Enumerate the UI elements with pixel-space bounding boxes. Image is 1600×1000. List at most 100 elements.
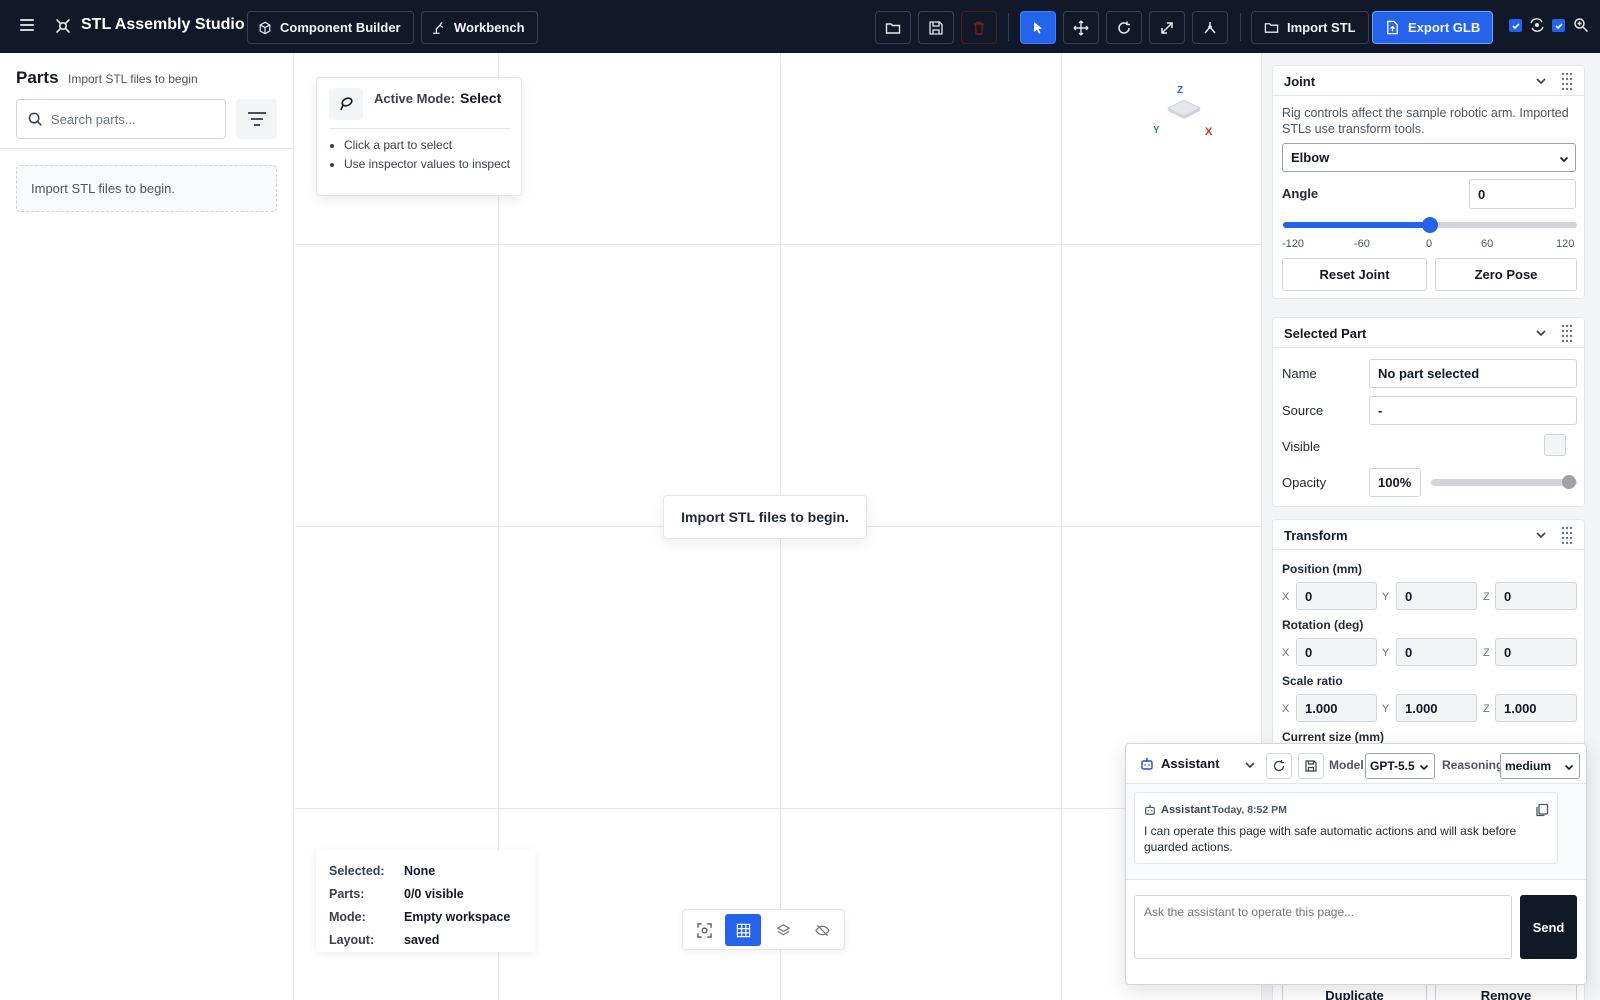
position-x-input[interactable]: 0: [1296, 582, 1377, 610]
robot-icon: [1141, 757, 1153, 770]
assistant-message: Assistant Today, 8:52 PM I can operate t…: [1134, 792, 1558, 864]
chevron-down-icon[interactable]: [1535, 327, 1547, 339]
3d-viewport[interactable]: Active Mode: Select Click a part to sele…: [295, 53, 1261, 1000]
component-builder-button[interactable]: Component Builder: [247, 11, 414, 44]
angle-slider-fill: [1283, 222, 1430, 228]
save-button[interactable]: [918, 11, 954, 44]
opacity-label: Opacity: [1282, 475, 1327, 490]
axis-label: Y: [1382, 591, 1390, 603]
move-tool-button[interactable]: [1063, 11, 1099, 44]
angle-tick: 60: [1481, 238, 1494, 250]
open-folder-button[interactable]: [875, 11, 911, 44]
rotate-tool-button[interactable]: [1106, 11, 1142, 44]
opacity-slider-thumb[interactable]: [1562, 475, 1576, 489]
joint-card-header[interactable]: Joint: [1273, 66, 1584, 96]
status-value: 0/0 visible: [404, 887, 464, 901]
export-glb-button[interactable]: Export GLB: [1372, 11, 1494, 44]
angle-slider-track[interactable]: [1283, 217, 1577, 233]
refresh-icon: [1273, 760, 1285, 772]
axis-label: Y: [1382, 647, 1390, 659]
grid-toggle-checkbox[interactable]: [1509, 19, 1522, 32]
reset-joint-button[interactable]: Reset Joint: [1282, 258, 1427, 291]
orbit-icon[interactable]: [1529, 17, 1545, 33]
top-bar: STL Assembly Studio Component Builder Wo…: [0, 0, 1600, 53]
transform-header[interactable]: Transform: [1273, 520, 1584, 550]
filter-button[interactable]: [236, 99, 277, 139]
opacity-slider-fill: [1432, 480, 1576, 485]
status-key: Selected:: [329, 864, 385, 878]
workbench-button[interactable]: Workbench: [421, 11, 538, 44]
mode-divider: [329, 128, 511, 129]
joint-tool-button[interactable]: [1192, 11, 1228, 44]
part-source-field[interactable]: -: [1369, 396, 1577, 425]
select-tool-button[interactable]: [1020, 11, 1056, 44]
component-builder-label: Component Builder: [280, 20, 401, 35]
angle-slider-thumb[interactable]: [1422, 217, 1438, 233]
hide-button[interactable]: [804, 914, 840, 946]
model-select[interactable]: GPT-5.5: [1365, 753, 1435, 779]
rotation-x-input[interactable]: 0: [1296, 638, 1377, 666]
opacity-input[interactable]: 100%: [1369, 468, 1421, 497]
name-label: Name: [1282, 366, 1317, 381]
rotation-z-input[interactable]: 0: [1495, 638, 1577, 666]
view-toolbar: [682, 909, 845, 950]
drag-handle-icon[interactable]: [1560, 322, 1574, 344]
search-input[interactable]: [51, 111, 211, 127]
drag-handle-icon[interactable]: [1560, 70, 1574, 92]
scale-tool-button[interactable]: [1149, 11, 1185, 44]
reasoning-select-value: medium: [1505, 759, 1552, 773]
reset-chat-button[interactable]: [1266, 753, 1292, 779]
axis-gizmo[interactable]: Z Y X: [1150, 81, 1220, 141]
part-name-field[interactable]: No part selected: [1369, 359, 1577, 388]
search-box[interactable]: [16, 99, 226, 139]
scale-y-input[interactable]: 1.000: [1396, 694, 1477, 722]
axis-label: X: [1282, 591, 1290, 603]
reasoning-select[interactable]: medium: [1500, 753, 1580, 779]
chevron-down-icon: [1419, 764, 1429, 771]
zero-pose-button[interactable]: Zero Pose: [1435, 258, 1577, 291]
opacity-slider-track[interactable]: [1431, 475, 1577, 489]
joint-select[interactable]: Elbow: [1282, 143, 1576, 172]
focus-icon: [696, 922, 712, 938]
selected-part-header[interactable]: Selected Part: [1273, 318, 1584, 348]
angle-label: Angle: [1282, 186, 1319, 201]
chevron-down-icon[interactable]: [1244, 759, 1256, 771]
import-stl-button[interactable]: Import STL: [1251, 11, 1369, 44]
zoom-icon[interactable]: [1573, 17, 1589, 33]
focus-view-button[interactable]: [686, 914, 722, 946]
message-text: I can operate this page with safe automa…: [1144, 824, 1517, 854]
menu-icon[interactable]: [20, 19, 34, 31]
lasso-icon: [340, 97, 353, 111]
check-icon: [1511, 22, 1520, 29]
cursor-icon: [1034, 21, 1042, 34]
sidebar-divider: [0, 148, 294, 149]
folder-icon: [885, 22, 901, 34]
send-button[interactable]: Send: [1520, 895, 1577, 959]
chevron-down-icon[interactable]: [1535, 75, 1547, 87]
scale-z-input[interactable]: 1.000: [1495, 694, 1577, 722]
drag-handle-icon[interactable]: [1560, 524, 1574, 546]
angle-input[interactable]: 0: [1469, 179, 1576, 209]
mode-hint: Click a part to select: [344, 137, 514, 154]
grid-view-button[interactable]: [725, 914, 761, 946]
joint-card: Joint Rig controls affect the sample rob…: [1272, 65, 1585, 299]
assistant-input[interactable]: [1134, 895, 1512, 959]
position-y-input[interactable]: 0: [1396, 582, 1477, 610]
position-z-input[interactable]: 0: [1495, 582, 1577, 610]
app-title: STL Assembly Studio: [81, 16, 245, 33]
delete-button[interactable]: [961, 11, 997, 44]
scale-x-input[interactable]: 1.000: [1296, 694, 1377, 722]
copy-icon[interactable]: [1535, 803, 1549, 817]
status-value: saved: [404, 933, 440, 947]
rotation-label: Rotation (deg): [1282, 618, 1364, 632]
visible-checkbox[interactable]: [1544, 434, 1566, 456]
active-mode-label: Active Mode:: [374, 91, 455, 106]
axis-y-label: Y: [1153, 125, 1160, 136]
save-chat-button[interactable]: [1298, 753, 1324, 779]
scale-label: Scale ratio: [1282, 674, 1343, 688]
chevron-down-icon[interactable]: [1535, 529, 1547, 541]
snap-toggle-checkbox[interactable]: [1552, 19, 1565, 32]
rotation-y-input[interactable]: 0: [1396, 638, 1477, 666]
joint-icon: [1204, 21, 1216, 33]
layers-button[interactable]: [765, 914, 801, 946]
